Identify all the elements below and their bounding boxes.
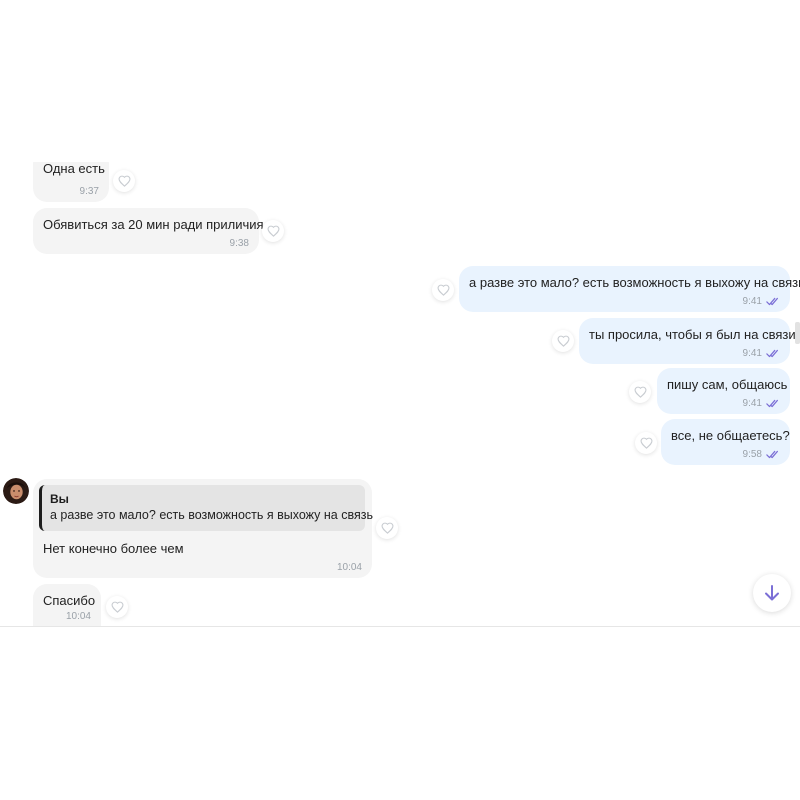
- message-text: а разве это мало? есть возможность я вых…: [469, 275, 800, 290]
- quoted-message[interactable]: Вы а разве это мало? есть возможность я …: [39, 485, 373, 531]
- message-incoming[interactable]: Обявиться за 20 мин ради приличия 9:38: [33, 208, 264, 254]
- contact-avatar[interactable]: [3, 478, 29, 504]
- like-heart-icon[interactable]: [262, 220, 284, 242]
- double-check-icon: [766, 399, 778, 408]
- message-meta: 9:41: [743, 348, 780, 359]
- message-outgoing[interactable]: все, не общаетесь? 9:58: [661, 419, 790, 465]
- like-heart-icon[interactable]: [552, 330, 574, 352]
- like-heart-icon[interactable]: [629, 381, 651, 403]
- message-time: 9:41: [742, 398, 762, 409]
- scrollbar-thumb[interactable]: [795, 322, 800, 344]
- message-time: 9:38: [229, 238, 249, 249]
- message-text: Одна есть: [43, 162, 105, 176]
- message-meta: 10:04: [337, 562, 362, 573]
- message-incoming-reply[interactable]: Вы а разве это мало? есть возможность я …: [33, 479, 373, 578]
- composer-divider: [0, 626, 800, 627]
- message-text: Обявиться за 20 мин ради приличия: [43, 217, 264, 232]
- quoted-author: Вы: [50, 492, 69, 506]
- message-time: 9:58: [742, 449, 762, 460]
- double-check-icon: [766, 450, 778, 459]
- like-heart-icon[interactable]: [376, 517, 398, 539]
- arrow-down-icon: [765, 585, 779, 601]
- message-time: 9:41: [742, 296, 762, 307]
- message-meta: 10:04: [66, 611, 91, 622]
- message-time: 9:41: [742, 348, 762, 359]
- scroll-to-bottom-button[interactable]: [753, 574, 791, 612]
- message-text: Спасибо: [43, 593, 96, 608]
- message-time: 10:04: [65, 611, 91, 622]
- message-incoming[interactable]: Одна есть 9:37: [33, 162, 109, 202]
- like-heart-icon[interactable]: [113, 170, 135, 192]
- quoted-text: а разве это мало? есть возможность я вых…: [50, 508, 373, 522]
- message-outgoing[interactable]: ты просила, чтобы я был на связи 9:41: [579, 318, 796, 364]
- like-heart-icon[interactable]: [432, 279, 454, 301]
- double-check-icon: [766, 297, 778, 306]
- message-meta: 9:41: [743, 398, 780, 409]
- message-meta: 9:58: [743, 449, 780, 460]
- like-heart-icon[interactable]: [106, 596, 128, 618]
- message-time: 9:37: [79, 186, 99, 197]
- message-text: все, не общаетесь?: [671, 428, 790, 443]
- message-meta: 9:41: [743, 296, 780, 307]
- message-text: пишу сам, общаюсь: [667, 377, 788, 392]
- chat-window: Одна есть 9:37 Обявиться за 20 мин ради …: [0, 0, 800, 800]
- message-meta: 9:38: [230, 238, 249, 249]
- message-outgoing[interactable]: пишу сам, общаюсь 9:41: [657, 368, 790, 414]
- message-time: 10:04: [336, 562, 362, 573]
- message-text: Нет конечно более чем: [43, 541, 184, 556]
- message-list[interactable]: Одна есть 9:37 Обявиться за 20 мин ради …: [0, 162, 800, 627]
- double-check-icon: [766, 349, 778, 358]
- message-text: ты просила, чтобы я был на связи: [589, 327, 796, 342]
- like-heart-icon[interactable]: [635, 432, 657, 454]
- message-incoming[interactable]: Спасибо 10:04: [33, 584, 101, 627]
- message-outgoing[interactable]: а разве это мало? есть возможность я вых…: [459, 266, 800, 312]
- message-meta: 9:37: [80, 186, 99, 197]
